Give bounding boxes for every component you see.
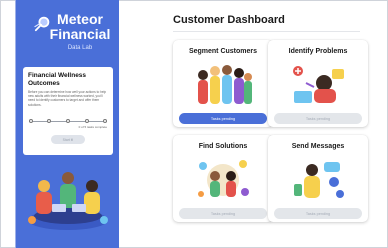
people-group-illustration bbox=[198, 65, 252, 104]
brand-title-line1: Meteor bbox=[57, 11, 103, 27]
page-title: Customer Dashboard bbox=[173, 14, 285, 26]
progress-label: 0 of 5 tasks complete bbox=[78, 125, 107, 129]
tasks-pending-button: Tasks pending bbox=[179, 208, 267, 219]
brand: Meteor Financial Data Lab bbox=[40, 11, 120, 52]
start-button[interactable]: Start it! bbox=[51, 135, 85, 144]
progress-step bbox=[85, 119, 89, 123]
tile-send-messages[interactable]: Send Messages Tasks pending bbox=[268, 135, 368, 222]
tile-identify-problems[interactable]: Identify Problems Tasks pending bbox=[268, 40, 368, 127]
tile-title: Segment Customers bbox=[188, 48, 258, 55]
outcomes-card-description: Before you can determine how well your a… bbox=[28, 90, 107, 107]
tile-title: Identify Problems bbox=[288, 48, 348, 55]
ideas-illustration bbox=[198, 160, 249, 197]
tile-segment-customers[interactable]: Segment Customers Tasks pending bbox=[173, 40, 273, 127]
progress-step bbox=[103, 119, 107, 123]
brand-title-line2: Financial bbox=[49, 26, 111, 42]
tasks-pending-button: Tasks pending bbox=[274, 208, 362, 219]
team-meeting-illustration bbox=[28, 172, 108, 230]
progress-step bbox=[66, 119, 70, 123]
tasks-pending-button[interactable]: Tasks pending bbox=[179, 113, 267, 124]
outcomes-card: Financial Wellness Outcomes Before you c… bbox=[23, 67, 113, 155]
progress-step bbox=[47, 119, 51, 123]
progress-step bbox=[29, 119, 33, 123]
tile-title: Send Messages bbox=[291, 143, 345, 150]
progress-tracker bbox=[29, 119, 107, 123]
messaging-illustration bbox=[294, 162, 344, 198]
brand-subtitle: Data Lab bbox=[67, 45, 93, 51]
outcomes-card-title: Financial Wellness Outcomes bbox=[28, 72, 87, 87]
tile-find-solutions[interactable]: Find Solutions Tasks pending bbox=[173, 135, 273, 222]
tile-title: Find Solutions bbox=[198, 143, 248, 150]
sidebar: Meteor Financial Data Lab Financial Well… bbox=[15, 0, 119, 248]
divider bbox=[173, 31, 360, 32]
tasks-pending-button: Tasks pending bbox=[274, 113, 362, 124]
problem-solving-illustration bbox=[293, 66, 344, 103]
